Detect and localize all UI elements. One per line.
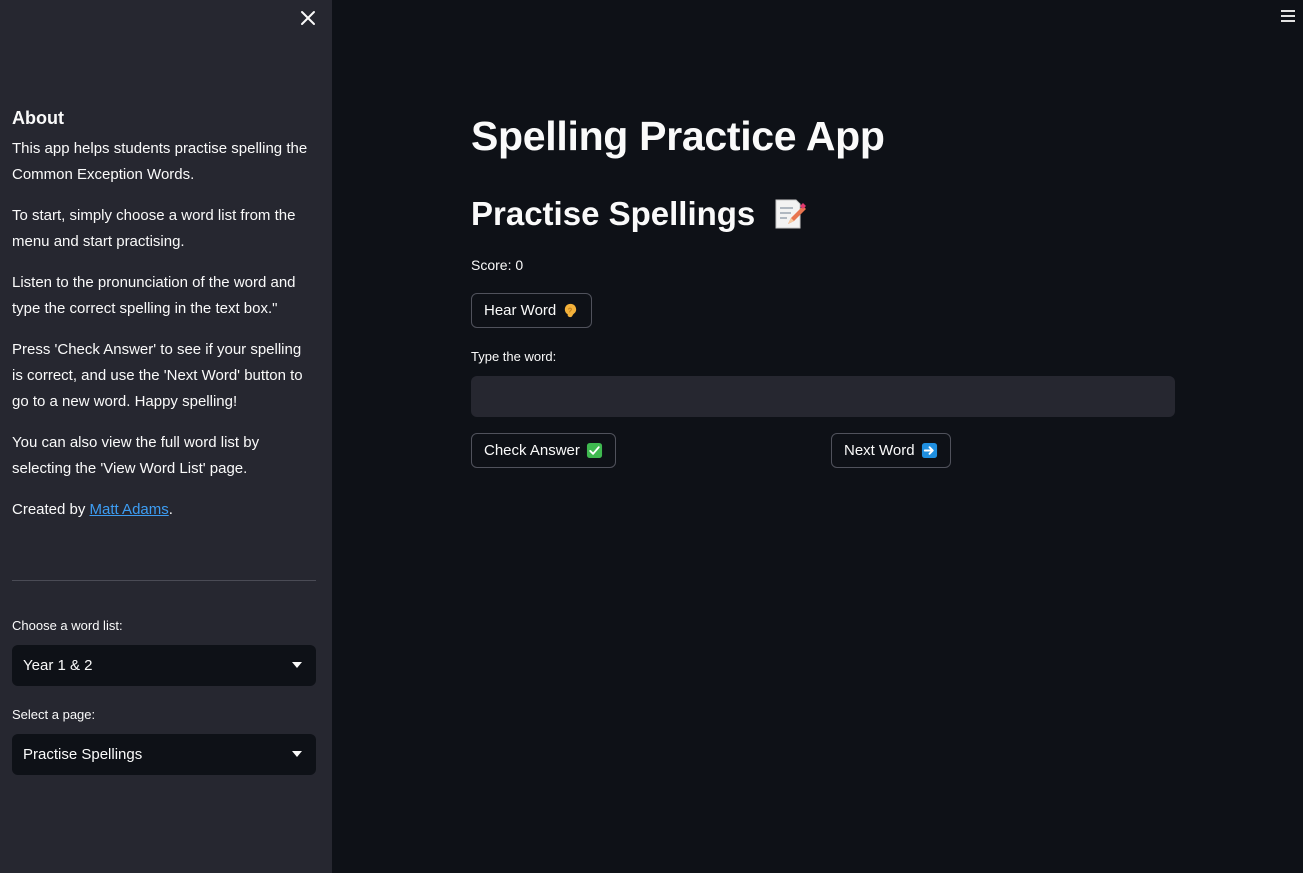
about-title: About xyxy=(12,108,64,128)
word-list-value: Year 1 & 2 xyxy=(23,657,93,674)
page-select-label: Select a page: xyxy=(12,707,96,722)
score-text: Score: 0 xyxy=(471,257,524,273)
hear-word-button[interactable]: Hear Word xyxy=(471,293,593,328)
hear-word-label: Hear Word xyxy=(484,302,557,319)
hamburger-menu-icon[interactable] xyxy=(1278,6,1298,26)
about-section: About This app helps students practise s… xyxy=(12,104,316,538)
about-paragraph-5: You can also view the full word list by … xyxy=(12,434,260,477)
next-word-button[interactable]: Next Word xyxy=(831,433,951,468)
about-paragraph-1: This app helps students practise spellin… xyxy=(12,140,308,183)
page-select[interactable]: Practise Spellings xyxy=(12,734,316,775)
ear-icon xyxy=(565,303,577,318)
word-input[interactable] xyxy=(471,376,1175,417)
check-mark-icon xyxy=(586,442,602,459)
word-list-select[interactable]: Year 1 & 2 xyxy=(12,645,316,686)
check-answer-button[interactable]: Check Answer xyxy=(471,433,616,468)
sidebar-divider xyxy=(12,580,316,581)
check-answer-label: Check Answer xyxy=(484,442,580,459)
about-paragraph-3: Listen to the pronunciation of the word … xyxy=(12,274,296,317)
next-word-label: Next Word xyxy=(844,442,915,459)
word-list-label: Choose a word list: xyxy=(12,618,123,633)
word-input-label: Type the word: xyxy=(471,349,557,364)
credits-suffix: . xyxy=(168,501,173,518)
memo-pencil-icon xyxy=(775,199,807,229)
right-arrow-icon xyxy=(921,442,937,459)
section-title-text: Practise Spellings xyxy=(471,195,756,232)
about-paragraph-2: To start, simply choose a word list from… xyxy=(12,207,296,250)
about-paragraph-4: Press 'Check Answer' to see if your spel… xyxy=(12,341,303,410)
caret-down-icon xyxy=(292,751,302,757)
close-icon[interactable] xyxy=(296,6,320,30)
author-link[interactable]: Matt Adams xyxy=(90,501,169,518)
page-select-value: Practise Spellings xyxy=(23,746,143,763)
page-title: Spelling Practice App xyxy=(471,113,885,159)
credits-paragraph: Created by Matt Adams. xyxy=(12,497,316,523)
sidebar: About This app helps students practise s… xyxy=(0,0,332,873)
app-root: About This app helps students practise s… xyxy=(0,0,1303,873)
section-title: Practise Spellings xyxy=(471,192,807,236)
credits-prefix: Created by xyxy=(12,501,90,518)
caret-down-icon xyxy=(292,662,302,668)
